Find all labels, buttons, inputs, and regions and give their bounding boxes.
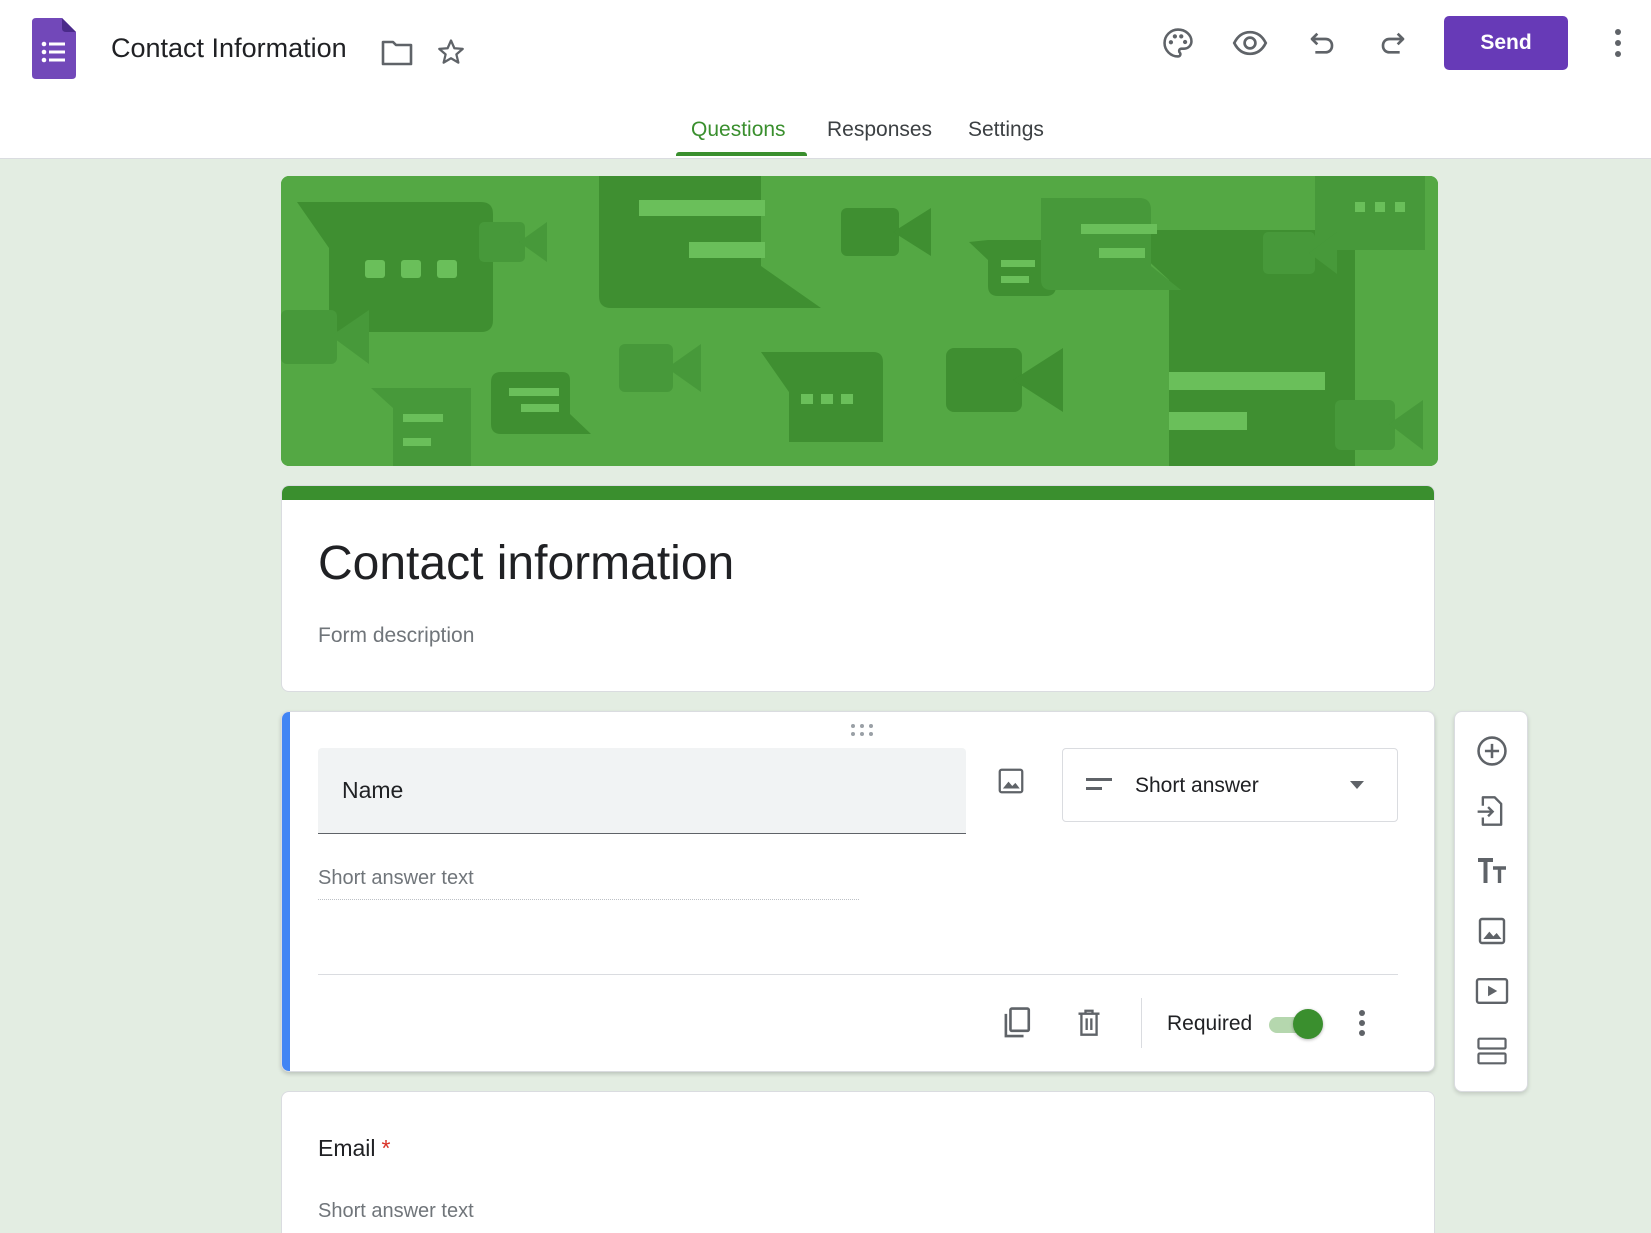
tab-questions[interactable]: Questions (691, 118, 786, 142)
question-type-dropdown[interactable]: Short answer (1062, 748, 1398, 822)
floating-toolbar (1454, 711, 1528, 1092)
import-questions-icon[interactable] (1471, 790, 1513, 832)
tab-bar: Questions Responses Settings (0, 110, 1651, 158)
duplicate-icon[interactable] (996, 1002, 1038, 1044)
question-title-text: Email (318, 1135, 376, 1161)
add-image-icon[interactable] (990, 760, 1032, 802)
required-label: Required (1167, 1012, 1253, 1035)
short-answer-placeholder: Short answer text (318, 1200, 474, 1222)
question-card-name[interactable]: Name Short answer Short answer text Requ… (281, 711, 1435, 1072)
banner-illustration (281, 176, 1438, 466)
required-asterisk: * (381, 1135, 391, 1161)
form-title[interactable]: Contact information (318, 536, 734, 591)
add-title-icon[interactable] (1471, 850, 1513, 892)
question-more-options-icon[interactable] (1341, 1002, 1383, 1044)
dropdown-arrow-icon (1350, 781, 1364, 789)
short-answer-preview: Short answer text (318, 867, 859, 900)
send-button[interactable]: Send (1444, 16, 1568, 70)
short-answer-icon (1086, 778, 1112, 790)
question-title: Email * (318, 1135, 390, 1162)
form-title-card[interactable]: Contact information Form description (281, 485, 1435, 692)
card-divider (318, 974, 1398, 975)
required-toggle[interactable] (1269, 1009, 1325, 1039)
preview-eye-icon[interactable] (1229, 22, 1271, 64)
question-type-label: Short answer (1135, 774, 1259, 797)
more-vert-icon[interactable] (1597, 22, 1639, 64)
add-image-icon[interactable] (1471, 910, 1513, 952)
document-title[interactable]: Contact Information (111, 33, 347, 64)
footer-separator (1141, 998, 1142, 1048)
question-title-text: Name (342, 777, 404, 803)
palette-icon[interactable] (1157, 22, 1199, 64)
question-title-input[interactable]: Name (318, 748, 966, 834)
add-video-icon[interactable] (1471, 970, 1513, 1012)
toggle-thumb (1293, 1009, 1323, 1039)
active-tab-indicator (676, 152, 807, 156)
undo-icon[interactable] (1301, 22, 1343, 64)
tab-responses[interactable]: Responses (827, 118, 932, 142)
star-icon[interactable] (433, 34, 469, 70)
delete-icon[interactable] (1068, 1002, 1110, 1044)
form-description-field[interactable]: Form description (318, 624, 474, 648)
short-answer-placeholder: Short answer text (318, 867, 474, 889)
question-card-email[interactable]: Email * Short answer text (281, 1091, 1435, 1233)
theme-color-bar (282, 486, 1434, 500)
tab-settings[interactable]: Settings (968, 118, 1044, 142)
active-card-indicator (282, 712, 290, 1071)
folder-icon[interactable] (379, 34, 415, 70)
add-section-icon[interactable] (1471, 1030, 1513, 1072)
redo-icon[interactable] (1372, 22, 1414, 64)
drag-handle-icon[interactable] (844, 720, 880, 740)
header-banner-image (281, 176, 1438, 466)
google-forms-logo[interactable] (32, 18, 76, 79)
app-header: Contact Information Send Questions Respo… (0, 0, 1651, 159)
add-question-icon[interactable] (1471, 730, 1513, 772)
